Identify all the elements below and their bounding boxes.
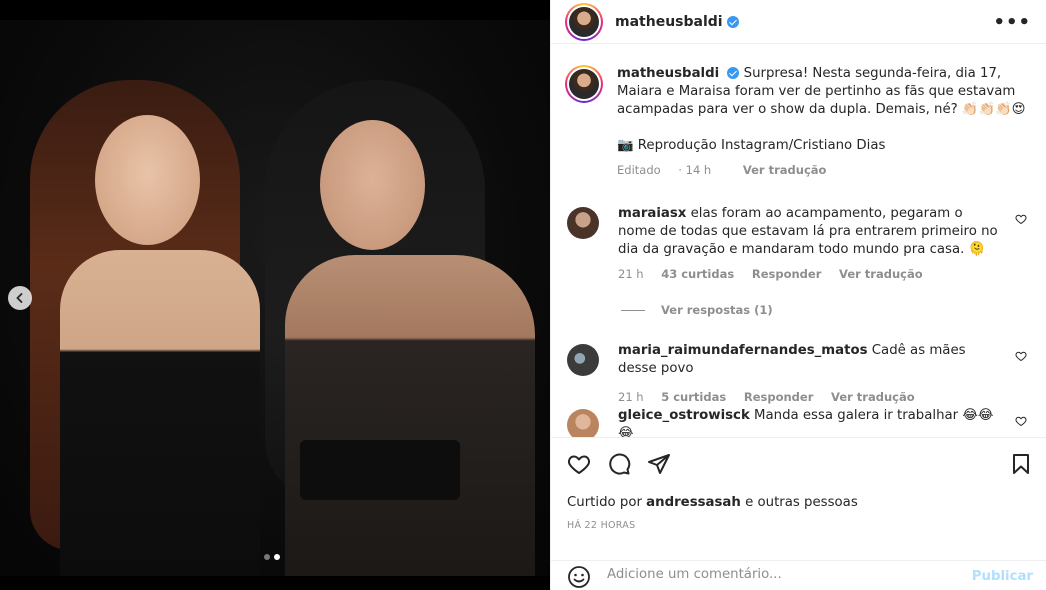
post-side-panel: matheusbaldi ••• matheusbaldi Surpresa! …	[550, 0, 1046, 590]
post-photo[interactable]	[0, 20, 550, 576]
carousel-dot-active	[274, 554, 280, 560]
comments-list[interactable]: matheusbaldi Surpresa! Nesta segunda-fei…	[551, 45, 1046, 437]
share-paper-plane-icon[interactable]	[647, 452, 671, 476]
verified-badge-icon	[727, 67, 740, 79]
comment-time: 21 h	[618, 267, 644, 281]
post-caption: matheusbaldi Surpresa! Nesta segunda-fei…	[565, 65, 1035, 179]
emoji-smiley-icon[interactable]	[567, 565, 591, 589]
add-comment-input[interactable]	[607, 567, 967, 582]
commenter-avatar[interactable]	[567, 207, 599, 239]
photo-figure-right-body	[285, 255, 535, 576]
liked-by-text: Curtido por andressasah e outras pessoas	[567, 495, 858, 510]
comment-item: maraiasx elas foram ao acampamento, pega…	[567, 205, 1037, 283]
commenter-avatar[interactable]	[567, 344, 599, 376]
verified-badge-icon	[726, 15, 739, 28]
caption-avatar[interactable]	[565, 65, 603, 103]
caption-username[interactable]: matheusbaldi	[617, 66, 719, 81]
photo-figure-left-face	[95, 115, 200, 245]
publish-button[interactable]: Publicar	[972, 569, 1033, 584]
post-time-ago[interactable]: HÁ 22 HORAS	[567, 520, 635, 531]
carousel-dot	[264, 554, 270, 560]
carousel-dots	[264, 554, 280, 560]
caption-translate-link[interactable]: Ver tradução	[743, 163, 827, 177]
caption-credit: 📷 Reprodução Instagram/Cristiano Dias	[617, 138, 886, 153]
chevron-left-icon	[16, 293, 23, 303]
commenter-avatar[interactable]	[567, 409, 599, 437]
replies-divider-line	[621, 309, 645, 311]
author-username[interactable]: matheusbaldi	[615, 14, 723, 30]
view-replies-button[interactable]: Ver respostas (1)	[621, 303, 773, 317]
comment-time: 21 h	[618, 390, 644, 404]
post-header: matheusbaldi •••	[551, 0, 1046, 44]
add-comment-bar: Publicar	[551, 560, 1046, 590]
comment-item: maria_raimundafernandes_matos Cadê as mã…	[567, 342, 1037, 406]
post-photo-area	[0, 0, 550, 590]
comment-item: gleice_ostrowisck Manda essa galera ir t…	[567, 407, 1037, 437]
post-actions: Curtido por andressasah e outras pessoas…	[551, 437, 1046, 537]
comment-likes[interactable]: 5 curtidas	[661, 390, 726, 404]
comment-username[interactable]: maraiasx	[618, 206, 686, 221]
comment-username[interactable]: maria_raimundafernandes_matos	[618, 343, 868, 358]
photo-figure-left-body	[60, 250, 260, 576]
comment-reply-link[interactable]: Responder	[744, 390, 814, 404]
photo-figure-right-face	[320, 120, 425, 250]
like-comment-heart-icon[interactable]	[1015, 213, 1027, 225]
comment-likes[interactable]: 43 curtidas	[661, 267, 734, 281]
save-bookmark-icon[interactable]	[1009, 452, 1033, 476]
more-options-icon[interactable]: •••	[993, 12, 1031, 33]
comment-translate-link[interactable]: Ver tradução	[831, 390, 915, 404]
comment-translate-link[interactable]: Ver tradução	[839, 267, 923, 281]
photo-figure-belt	[300, 440, 460, 500]
carousel-prev-button[interactable]	[8, 286, 32, 310]
view-replies-label: Ver respostas (1)	[661, 303, 773, 317]
comment-bubble-icon[interactable]	[607, 452, 631, 476]
like-comment-heart-icon[interactable]	[1015, 415, 1027, 427]
like-comment-heart-icon[interactable]	[1015, 350, 1027, 362]
caption-edited-label: Editado · 14 h	[617, 163, 712, 177]
liked-by-user[interactable]: andressasah	[646, 495, 741, 510]
comment-reply-link[interactable]: Responder	[752, 267, 822, 281]
like-heart-icon[interactable]	[567, 452, 591, 476]
comment-username[interactable]: gleice_ostrowisck	[618, 408, 750, 423]
author-avatar[interactable]	[565, 2, 603, 41]
